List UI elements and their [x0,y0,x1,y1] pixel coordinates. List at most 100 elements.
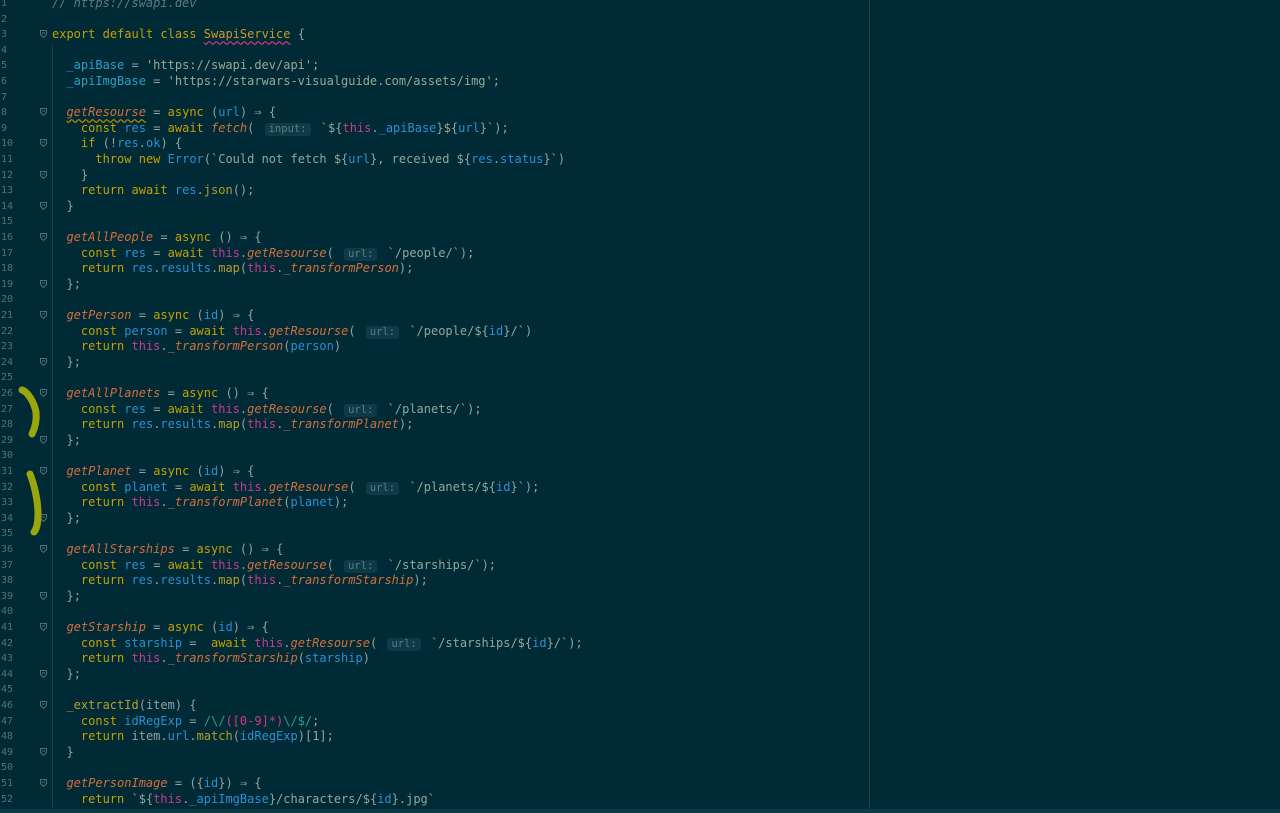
code-line[interactable] [34,448,1280,464]
code-line-text: }; [66,432,81,447]
code-line-text: throw new Error(`Could not fetch ${url},… [95,152,566,166]
code-line[interactable]: }; [34,511,1280,527]
code-line[interactable]: }; [34,355,1280,371]
code-line[interactable]: const res = await this.getResourse( url:… [34,402,1280,418]
code-line-text: const starship = await this.getResourse(… [80,635,583,651]
line-number-label: 13 [1,185,14,197]
code-line[interactable]: }; [34,589,1280,605]
code-line-text: if (!res.ok) { [80,136,183,151]
code-line-text: const person = await this.getResourse( u… [80,323,533,339]
code-line[interactable]: return res.results.map(this._transformPe… [34,261,1280,277]
code-line[interactable]: getStarship = async (id) ⇒ { [34,620,1280,636]
line-number: 51 [0,776,47,792]
code-line[interactable]: const res = await fetch( input: `${this.… [34,121,1280,137]
code-line[interactable]: }; [34,277,1280,293]
code-line[interactable]: return res.results.map(this._transformSt… [34,573,1280,589]
code-line[interactable]: const res = await this.getResourse( url:… [34,246,1280,262]
code-line[interactable]: throw new Error(`Could not fetch ${url},… [34,152,1280,168]
horizontal-scrollbar[interactable] [0,809,1280,813]
code-line[interactable]: }; [34,433,1280,449]
code-line[interactable] [34,682,1280,698]
code-line[interactable]: } [34,745,1280,761]
code-line[interactable]: return item.url.match(idRegExp)[1]; [34,729,1280,745]
code-line[interactable]: return res.results.map(this._transformPl… [34,417,1280,433]
code-line[interactable] [34,604,1280,620]
line-number: 11 [0,152,34,168]
code-line[interactable]: const starship = await this.getResourse(… [34,636,1280,652]
line-number-label: 43 [1,653,14,665]
code-line[interactable] [34,43,1280,59]
code-line[interactable] [34,214,1280,230]
code-line-text: getPerson = async (id) ⇒ { [66,308,255,322]
code-line[interactable] [34,760,1280,776]
code-line[interactable]: _extractId(item) { [34,698,1280,714]
code-line[interactable]: if (!res.ok) { [34,136,1280,152]
line-number: 38 [0,573,34,589]
code-line[interactable]: } [34,168,1280,184]
line-number: 24 [0,355,47,371]
line-number: 34 [0,511,47,527]
code-line[interactable]: }; [34,667,1280,683]
code-line[interactable]: const planet = await this.getResourse( u… [34,480,1280,496]
code-line[interactable]: return `${this._apiImgBase}/characters/$… [34,792,1280,808]
code-line[interactable]: return this._transformPerson(person) [34,339,1280,355]
code-line[interactable] [34,526,1280,542]
line-number: 29 [0,433,47,449]
line-number-label: 16 [1,232,14,243]
line-number: 25 [0,370,34,386]
line-number-label: 38 [1,575,14,587]
code-line[interactable]: return this._transformStarship(starship) [34,651,1280,667]
code-line[interactable]: getPersonImage = ({id}) ⇒ { [34,776,1280,792]
line-number-label: 39 [1,590,14,602]
line-number-label: 3 [1,29,8,41]
line-number-label: 25 [1,372,14,384]
code-line[interactable]: _apiImgBase = 'https://starwars-visualgu… [34,74,1280,90]
line-number-label: 14 [1,200,14,212]
line-number: 10 [0,136,47,152]
code-line[interactable]: const idRegExp = /\/([0-9]*)\/$/; [34,714,1280,730]
code-line[interactable]: getPerson = async (id) ⇒ { [34,308,1280,324]
line-number-label: 2 [1,13,8,25]
line-number-label: 1 [1,0,8,9]
code-line[interactable]: const person = await this.getResourse( u… [34,324,1280,340]
code-line[interactable] [34,292,1280,308]
code-line[interactable]: getAllPeople = async () ⇒ { [34,230,1280,246]
line-number: 31 [0,464,47,480]
code-line[interactable]: _apiBase = 'https://swapi.dev/api'; [34,58,1280,74]
code-line-text: // https://swapi.dev [52,0,197,10]
line-number: 35 [0,526,34,542]
indent-guide [52,42,53,808]
line-number: 36 [0,542,47,558]
line-number: 13 [0,183,34,199]
line-number-label: 18 [1,263,14,275]
code-line[interactable] [34,370,1280,386]
line-number-label: 48 [1,731,14,743]
code-line[interactable]: getAllStarships = async () ⇒ { [34,542,1280,558]
line-number-label: 50 [1,762,14,774]
line-number: 15 [0,214,34,230]
code-line[interactable]: export default class SwapiService { [34,27,1280,43]
code-line-text: getAllPlanets = async () ⇒ { [66,386,269,400]
code-line[interactable]: } [34,199,1280,215]
code-line[interactable]: getAllPlanets = async () ⇒ { [34,386,1280,402]
line-number-label: 37 [1,559,14,571]
code-line[interactable]: getResourse = async (url) ⇒ { [34,105,1280,121]
code-line-text: export default class SwapiService { [52,27,305,42]
code-line[interactable] [34,90,1280,106]
line-number: 19 [0,277,47,293]
line-number-label: 5 [1,60,8,72]
code-line[interactable]: // https://swapi.dev [34,0,1280,12]
code-area[interactable]: // https://swapi.dev export default class… [34,0,1280,813]
code-line[interactable]: const res = await this.getResourse( url:… [34,558,1280,574]
line-number: 9 [0,121,34,137]
code-editor[interactable]: 1 2 3 4 5 6 7 8 9 10 11 12 13 14 15 16 17 18 19 20 21 22 23 24 2… [0,0,1280,813]
line-number-label: 51 [1,778,14,789]
code-line-text: getStarship = async (id) ⇒ { [66,620,269,634]
code-line-text: getPlanet = async (id) ⇒ { [66,464,255,478]
code-line[interactable]: return await res.json(); [34,183,1280,199]
code-line[interactable]: return this._transformPlanet(planet); [34,495,1280,511]
code-line[interactable]: getPlanet = async (id) ⇒ { [34,464,1280,480]
code-line[interactable] [34,12,1280,28]
code-line-text: getPersonImage = ({id}) ⇒ { [66,776,262,790]
right-margin-guide [869,0,870,813]
